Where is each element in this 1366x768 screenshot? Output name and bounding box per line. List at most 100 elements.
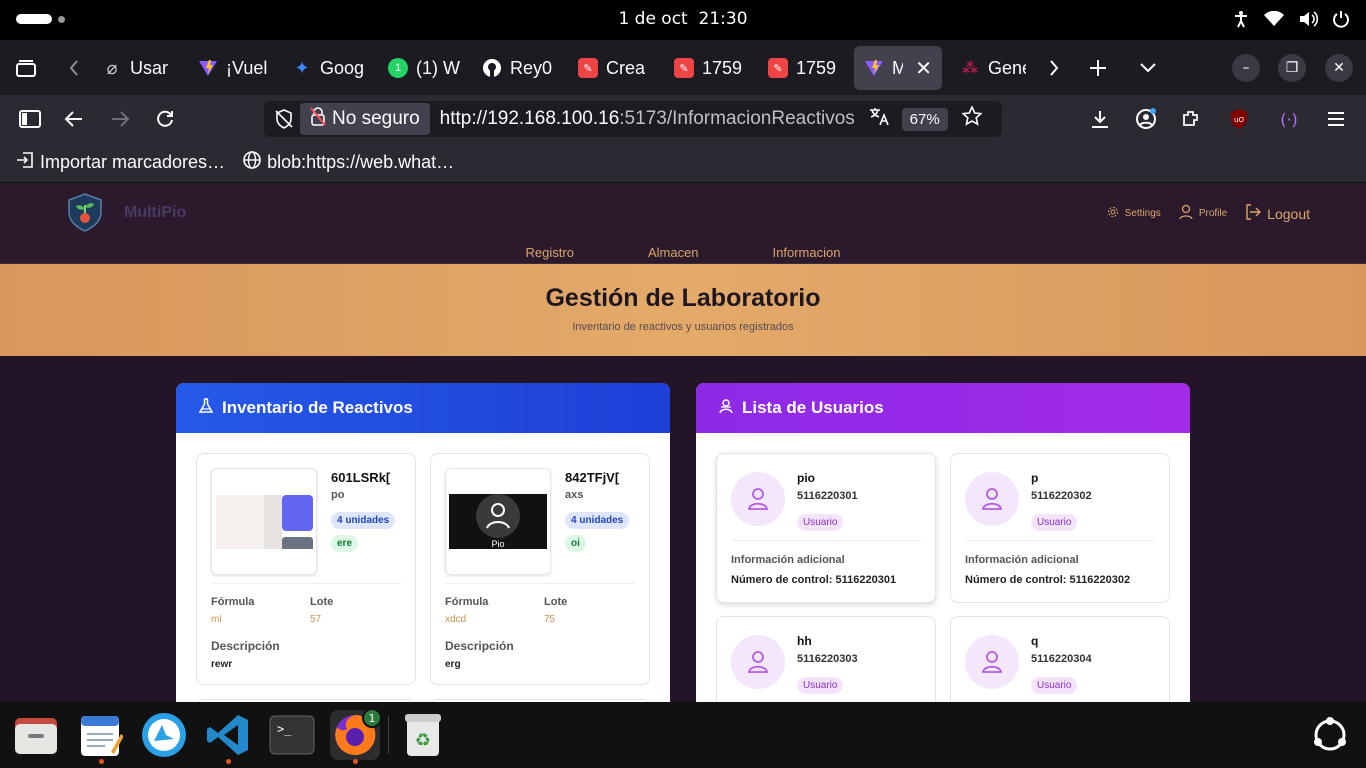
address-bar[interactable]: No seguro http://192.168.100.16:5173/Inf… bbox=[264, 101, 1002, 137]
tab-title: 1759 bbox=[702, 57, 743, 78]
whatsapp-icon: 1 bbox=[388, 58, 408, 78]
scroll-tabs-left-icon[interactable] bbox=[60, 54, 88, 82]
formula-value: mi bbox=[211, 614, 222, 625]
user-avatar-icon bbox=[731, 635, 785, 689]
units-badge: 4 unidades bbox=[565, 512, 630, 529]
sidebar-icon[interactable] bbox=[16, 105, 44, 133]
role-badge: Usuario bbox=[1031, 677, 1078, 694]
ublock-icon[interactable]: uO bbox=[1225, 105, 1253, 133]
tab-active-mu[interactable]: Mu ✕ bbox=[854, 46, 942, 90]
insecure-label: No seguro bbox=[332, 108, 420, 129]
translate-icon[interactable] bbox=[868, 106, 890, 132]
running-indicator bbox=[353, 759, 358, 764]
user-card[interactable]: pio 5116220301 Usuario Información adici… bbox=[716, 453, 936, 603]
nav-informacion[interactable]: Informacion bbox=[773, 245, 841, 260]
page-subtitle: Inventario de reactivos y usuarios regis… bbox=[572, 321, 794, 333]
tab-title: (1) W bbox=[416, 57, 460, 78]
description-value: erg bbox=[445, 659, 461, 670]
reactivo-card[interactable]: Pio 842TFjV[ axs 4 unidades oi Fórmula x… bbox=[430, 453, 650, 685]
nav-almacen[interactable]: Almacen bbox=[648, 245, 699, 260]
tab-whatsapp[interactable]: 1 (1) W bbox=[378, 46, 470, 90]
avatar-placeholder-icon bbox=[476, 494, 520, 538]
tab-goog[interactable]: ✦ Goog bbox=[282, 46, 374, 90]
multipio-logo[interactable] bbox=[64, 191, 106, 233]
logout-link[interactable]: Logout bbox=[1245, 204, 1310, 223]
extensions-icon[interactable] bbox=[1177, 105, 1205, 133]
role-badge: Usuario bbox=[797, 677, 844, 694]
user-card[interactable]: p 5116220302 Usuario Información adicion… bbox=[950, 453, 1170, 603]
files-app-icon[interactable] bbox=[11, 710, 61, 760]
tab-gene[interactable]: ⁂ Gene bbox=[950, 46, 1036, 90]
vscode-app-icon[interactable] bbox=[203, 710, 253, 764]
user-number: 5116220303 bbox=[797, 653, 858, 665]
restore-icon[interactable]: ❐ bbox=[1278, 54, 1306, 82]
firefox-app-icon[interactable]: 1 bbox=[330, 708, 382, 764]
formula-value: xdcd bbox=[445, 614, 467, 625]
settings-link[interactable]: Settings bbox=[1107, 206, 1161, 221]
back-icon[interactable] bbox=[60, 105, 88, 133]
scroll-tabs-right-icon[interactable] bbox=[1040, 54, 1068, 82]
forward-icon[interactable] bbox=[106, 105, 134, 133]
nav-registro[interactable]: Registro bbox=[526, 245, 574, 260]
brand-name[interactable]: MultiPio bbox=[124, 204, 186, 222]
user-name: pio bbox=[797, 471, 815, 485]
tab-1759-b[interactable]: ✎ 1759 bbox=[758, 46, 850, 90]
bookmark-blob[interactable]: blob:https://web.what… bbox=[243, 151, 454, 174]
tab-title: Gene bbox=[988, 57, 1026, 78]
wifi-icon bbox=[1264, 11, 1284, 27]
settings-label: Settings bbox=[1124, 208, 1161, 219]
clock[interactable]: 1 de oct 21:30 bbox=[0, 9, 1366, 29]
web-page: MultiPio Settings Profile Logout Registr… bbox=[0, 183, 1366, 702]
user-number: 5116220304 bbox=[1031, 653, 1092, 665]
tab-title: 1759 bbox=[796, 57, 837, 78]
url-text[interactable]: http://192.168.100.16:5173/InformacionRe… bbox=[440, 108, 860, 130]
new-tab-icon[interactable] bbox=[1084, 54, 1112, 82]
description-label: Descripción bbox=[445, 639, 514, 653]
trash-app-icon[interactable]: ♻ bbox=[398, 710, 448, 760]
control-number: Número de control: 5116220301 bbox=[731, 574, 897, 586]
user-number: 5116220302 bbox=[1031, 490, 1092, 502]
user-name: p bbox=[1031, 471, 1039, 485]
reactivo-name: axs bbox=[565, 489, 584, 501]
system-tray[interactable] bbox=[1232, 10, 1350, 28]
reactivo-card[interactable]: 601LSRk[ po 4 unidades ere Fórmula mi Lo… bbox=[196, 453, 416, 685]
text-editor-app-icon[interactable] bbox=[76, 710, 126, 764]
tab-title: Crea bbox=[606, 57, 646, 78]
tab-title: Rey0 bbox=[510, 57, 553, 78]
user-card[interactable]: hh 5116220303 Usuario bbox=[716, 616, 936, 702]
usuarios-panel: Lista de Usuarios pio 5116220301 Usuario… bbox=[696, 383, 1190, 702]
tab-usar[interactable]: ⌀ Usar bbox=[92, 46, 184, 90]
terminal-app-icon[interactable]: >_ bbox=[267, 710, 317, 760]
tab-overview-icon[interactable] bbox=[12, 54, 40, 82]
user-card[interactable]: q 5116220304 Usuario bbox=[950, 616, 1170, 702]
tab-crea[interactable]: ✎ Crea bbox=[568, 46, 660, 90]
tab-vuel[interactable]: ¡Vuel bbox=[188, 46, 280, 90]
account-icon[interactable] bbox=[1132, 105, 1160, 133]
tracking-protection-icon[interactable] bbox=[274, 109, 294, 135]
app-icon: ✎ bbox=[578, 58, 598, 78]
reload-icon[interactable] bbox=[151, 105, 179, 133]
vite-icon bbox=[198, 58, 218, 78]
lote-value: 57 bbox=[310, 614, 322, 625]
app-grid-icon[interactable] bbox=[1305, 710, 1355, 760]
bookmark-import[interactable]: Importar marcadores… bbox=[16, 151, 225, 174]
menu-icon[interactable] bbox=[1322, 105, 1350, 133]
downloads-icon[interactable] bbox=[1086, 105, 1114, 133]
tab-title: Goog bbox=[320, 57, 364, 78]
tab-1759-a[interactable]: ✎ 1759 bbox=[664, 46, 756, 90]
profile-link[interactable]: Profile bbox=[1179, 204, 1227, 223]
divider bbox=[731, 540, 921, 541]
list-tabs-icon[interactable] bbox=[1134, 54, 1162, 82]
browser-app-icon[interactable] bbox=[139, 710, 189, 760]
close-tab-icon[interactable]: ✕ bbox=[915, 56, 932, 81]
slack-icon: ⁂ bbox=[962, 60, 978, 77]
extension-purple-icon[interactable]: (·) bbox=[1275, 105, 1303, 133]
zoom-level-button[interactable]: 67% bbox=[901, 107, 948, 131]
tab-github[interactable]: Rey0 bbox=[472, 46, 564, 90]
tab-title: Mu bbox=[892, 57, 904, 78]
lote-value: 75 bbox=[544, 614, 556, 625]
bookmark-star-icon[interactable] bbox=[960, 105, 983, 132]
close-window-icon[interactable]: ✕ bbox=[1325, 54, 1353, 82]
insecure-connection-button[interactable]: No seguro bbox=[300, 103, 430, 135]
minimize-icon[interactable]: – bbox=[1232, 54, 1260, 82]
